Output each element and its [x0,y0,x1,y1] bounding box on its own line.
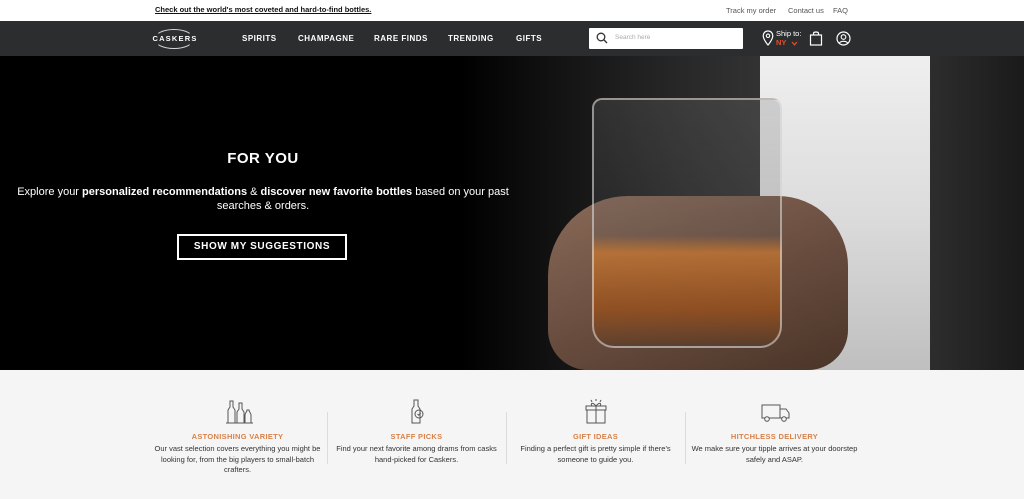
delivery-truck-icon [761,404,790,422]
hero-photo-jacket [930,56,1024,370]
search-placeholder: Search here [615,34,651,41]
hero-banner: FOR YOU Explore your personalized recomm… [0,56,1024,370]
bottle-badge-icon [411,399,424,424]
chevron-down-icon [791,41,797,46]
hero-photo-whisky-glass [592,98,782,348]
features-section: ASTONISHING VARIETY Our vast selection c… [0,370,1024,499]
search-box[interactable]: Search here [589,28,743,49]
nav-trending[interactable]: TRENDING [448,34,494,43]
faq-link[interactable]: FAQ [833,6,848,15]
promo-link[interactable]: Check out the world's most coveted and h… [155,5,371,14]
main-nav: CASKERS SPIRITS CHAMPAGNE RARE FINDS TRE… [0,21,1024,56]
hero-title: FOR YOU [227,150,299,167]
caskers-logo[interactable]: CASKERS [150,27,202,51]
feature-text: Finding a perfect gift is pretty simple … [520,444,671,464]
bottles-icon [226,400,253,424]
feature-text: We make sure your tipple arrives at your… [691,444,858,464]
hero-description: Explore your personalized recommendation… [17,186,509,212]
nav-gifts[interactable]: GIFTS [516,34,542,43]
utility-bar: Check out the world's most coveted and h… [0,0,1024,21]
feature-gift-ideas: GIFT IDEAS Finding a perfect gift is pre… [506,370,685,499]
gift-icon [585,399,607,424]
feature-text: Our vast selection covers everything you… [154,444,321,474]
feature-hitchless-delivery: HITCHLESS DELIVERY We make sure your tip… [685,370,864,499]
feature-title: HITCHLESS DELIVERY [730,432,819,441]
account-icon[interactable] [836,31,851,46]
search-icon [596,32,608,44]
feature-title: ASTONISHING VARIETY [191,432,284,441]
feature-title: STAFF PICKS [390,432,443,441]
shopping-bag-icon[interactable] [809,30,823,46]
ship-to-label: Ship to: [776,29,802,38]
feature-title: GIFT IDEAS [572,432,619,441]
track-order-link[interactable]: Track my order [726,6,776,15]
ship-to-state: NY [776,38,787,47]
ship-to-selector[interactable]: Ship to: NY [776,29,801,47]
nav-spirits[interactable]: SPIRITS [242,34,277,43]
contact-us-link[interactable]: Contact us [788,6,824,15]
feature-astonishing-variety: ASTONISHING VARIETY Our vast selection c… [148,370,327,499]
nav-champagne[interactable]: CHAMPAGNE [298,34,354,43]
feature-staff-picks: STAFF PICKS Find your next favorite amon… [327,370,506,499]
feature-text: Find your next favorite among drams from… [336,444,497,464]
location-pin-icon[interactable] [762,30,774,46]
logo-text: CASKERS [152,34,198,43]
nav-rare-finds[interactable]: RARE FINDS [374,34,428,43]
show-suggestions-button[interactable]: SHOW MY SUGGESTIONS [177,234,347,260]
